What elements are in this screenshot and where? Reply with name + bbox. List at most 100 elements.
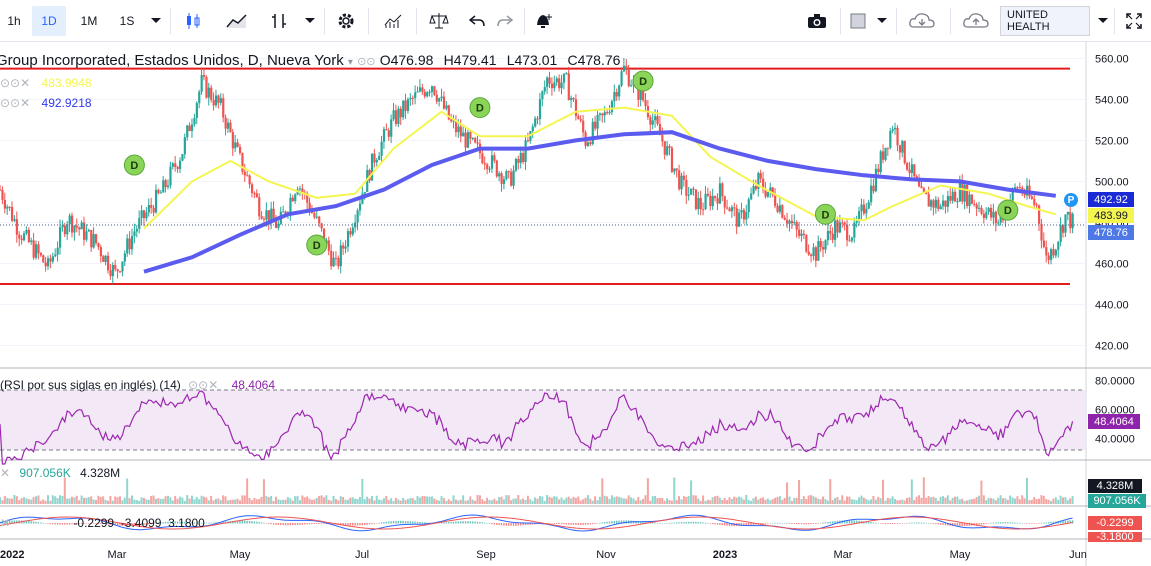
candle-body bbox=[426, 92, 429, 97]
legend-controls-icon[interactable]: ⊙⊙✕ bbox=[0, 76, 30, 90]
candle-body bbox=[570, 97, 573, 101]
interval-1s-button[interactable]: 1S bbox=[110, 6, 144, 36]
volume-bar bbox=[234, 499, 237, 504]
candle-body bbox=[510, 171, 513, 186]
macd-histogram-bar bbox=[582, 523, 584, 525]
macd-histogram-bar bbox=[301, 523, 304, 525]
macd-legend[interactable]: ✕ -0.2299 -3.4099 3.1800 bbox=[0, 516, 205, 530]
macd-histogram-bar bbox=[995, 522, 997, 524]
balance-icon[interactable] bbox=[422, 6, 456, 36]
candle-body bbox=[22, 233, 26, 241]
candle-body bbox=[102, 256, 105, 262]
volume-bar bbox=[594, 496, 597, 504]
candle-body bbox=[236, 142, 239, 147]
macd-histogram-bar bbox=[572, 523, 575, 525]
interval-1m-button[interactable]: 1M bbox=[72, 6, 106, 36]
volume-bar bbox=[224, 496, 227, 504]
candle-body bbox=[973, 203, 976, 205]
cloud-upload-icon[interactable] bbox=[954, 6, 998, 36]
candle-body bbox=[224, 117, 227, 129]
candle-body bbox=[178, 160, 182, 169]
candle-body bbox=[558, 78, 561, 89]
candles-icon[interactable] bbox=[176, 6, 210, 36]
volume-bar bbox=[838, 499, 841, 504]
macd-histogram-bar bbox=[896, 523, 899, 524]
macd-histogram-bar bbox=[512, 523, 515, 526]
alert-icon[interactable] bbox=[528, 6, 558, 36]
layout-icon[interactable] bbox=[846, 6, 870, 36]
candle-body bbox=[373, 153, 376, 163]
line-chart-icon[interactable] bbox=[220, 6, 254, 36]
candle-body bbox=[262, 218, 266, 220]
volume-legend[interactable]: ✕ 907.056K 4.328M bbox=[0, 466, 120, 480]
camera-icon[interactable] bbox=[800, 6, 834, 36]
macd-histogram-bar bbox=[388, 521, 390, 524]
volume-bar bbox=[1011, 497, 1014, 504]
fullscreen-icon[interactable] bbox=[1120, 6, 1148, 36]
candle-body bbox=[58, 227, 62, 248]
symbol-chevron-down-icon[interactable] bbox=[1094, 6, 1112, 36]
macd-signal-badge: -3.1800 bbox=[1088, 532, 1142, 542]
interval-1h-button[interactable]: 1h bbox=[0, 6, 28, 36]
volume-bar bbox=[834, 497, 837, 504]
candle-body bbox=[193, 118, 196, 125]
dividend-marker[interactable]: D bbox=[306, 234, 328, 256]
volume-bar bbox=[298, 500, 301, 504]
macd-histogram-bar bbox=[750, 523, 752, 526]
candle-body bbox=[627, 69, 630, 87]
candle-body bbox=[154, 189, 158, 213]
bars-icon[interactable] bbox=[262, 6, 296, 36]
macd-histogram-bar bbox=[304, 523, 306, 525]
dividend-marker[interactable]: D bbox=[814, 203, 836, 225]
layout-chevron-down-icon[interactable] bbox=[872, 6, 892, 36]
legend-controls-icon[interactable]: ⊙⊙✕ bbox=[188, 378, 218, 392]
ma-fast-legend[interactable]: ⊙⊙✕ 483.9948 bbox=[0, 76, 92, 90]
volume-bar bbox=[939, 496, 942, 504]
volume-bar bbox=[411, 498, 414, 504]
interval-dropdown-chevron-down-icon[interactable] bbox=[146, 6, 166, 36]
volume-bar bbox=[670, 500, 673, 504]
volume-bar bbox=[999, 495, 1002, 504]
event-marker-p[interactable]: P bbox=[1064, 193, 1078, 207]
candle-body bbox=[565, 73, 568, 75]
legend-controls-icon[interactable]: ✕ bbox=[0, 466, 10, 480]
candle-body bbox=[421, 87, 424, 92]
dividend-marker[interactable]: D bbox=[469, 97, 491, 119]
candle-body bbox=[788, 220, 791, 224]
dividend-marker[interactable]: D bbox=[123, 154, 145, 176]
chart-area[interactable]: DDDDD D 560.00540.00520.00500.00480.00460… bbox=[0, 42, 1151, 566]
indicators-icon[interactable] bbox=[376, 6, 410, 36]
macd-histogram-bar bbox=[613, 520, 615, 524]
title-chevron-down-icon[interactable]: ▾ bbox=[348, 57, 353, 68]
candle-body bbox=[622, 65, 626, 72]
volume-bar bbox=[764, 499, 767, 504]
legend-controls-icon[interactable]: ⊙⊙✕ bbox=[0, 96, 30, 110]
candle-body bbox=[805, 234, 808, 252]
eye-icon[interactable]: ⊙⊙ bbox=[357, 56, 375, 68]
cloud-download-icon[interactable] bbox=[900, 6, 944, 36]
volume-bar bbox=[723, 497, 726, 504]
symbol-search-input[interactable]: UNITED HEALTH bbox=[1000, 6, 1090, 36]
volume-bar bbox=[46, 495, 49, 504]
volume-bar bbox=[277, 499, 280, 504]
dividend-marker[interactable]: D bbox=[997, 199, 1019, 221]
undo-icon[interactable] bbox=[462, 6, 492, 36]
volume-bar bbox=[54, 496, 57, 504]
volume-bar bbox=[502, 499, 505, 504]
volume-bar bbox=[766, 498, 769, 504]
redo-icon[interactable] bbox=[490, 6, 520, 36]
settings-icon[interactable] bbox=[330, 6, 362, 36]
volume-bar bbox=[620, 497, 623, 504]
ma-slow-legend[interactable]: ⊙⊙✕ 492.9218 bbox=[0, 96, 92, 110]
interval-1d-button[interactable]: 1D bbox=[32, 6, 66, 36]
volume-bar bbox=[164, 496, 167, 504]
chart-type-chevron-down-icon[interactable] bbox=[300, 6, 320, 36]
rsi-legend[interactable]: (RSI por sus siglas en inglés) (14) ⊙⊙✕ … bbox=[0, 378, 275, 392]
macd-histogram-bar bbox=[589, 523, 591, 525]
macd-histogram-bar bbox=[767, 523, 769, 524]
volume-bar bbox=[675, 500, 678, 504]
macd-histogram-bar bbox=[615, 520, 618, 524]
time-axis[interactable]: 2022 Mar May Jul Sep Nov 2023 Mar May Jun bbox=[0, 549, 1087, 561]
dividend-marker[interactable]: D bbox=[632, 70, 654, 92]
legend-controls-icon[interactable]: ✕ bbox=[0, 516, 10, 530]
